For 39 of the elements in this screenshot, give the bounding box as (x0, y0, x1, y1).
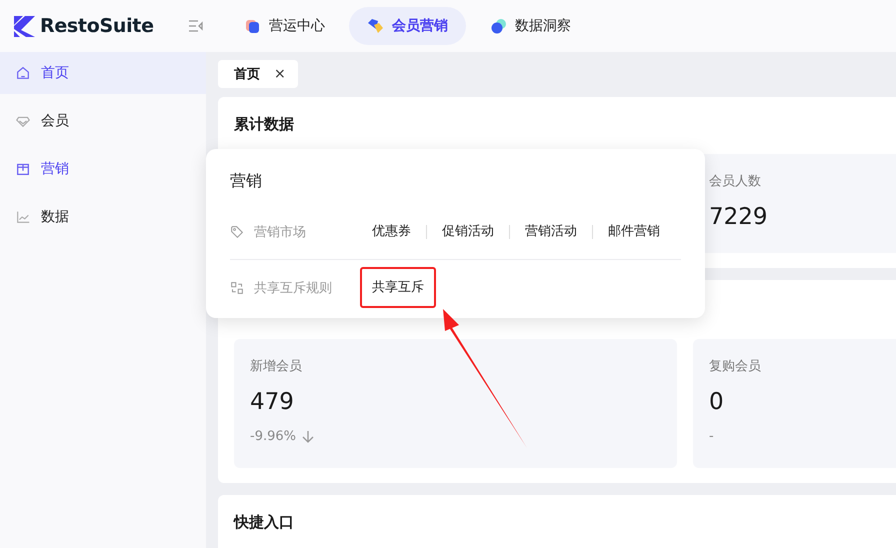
metric-value: 479 (250, 389, 295, 415)
marketing-icon (15, 161, 31, 177)
metric-label: 会员人数 (709, 173, 762, 190)
section-title: 快捷入口 (234, 512, 295, 533)
group-label: 营销市场 (254, 224, 306, 241)
logo-icon (14, 16, 35, 36)
metric-label: 复购会员 (709, 358, 762, 375)
app-icon (367, 18, 384, 34)
change-value: -9.96% (250, 429, 296, 444)
menu-link[interactable]: 优惠券 (360, 225, 426, 239)
share-icon (230, 280, 244, 294)
tag-icon (230, 225, 244, 239)
brand-name: RestoSuite (40, 15, 154, 37)
popover-title: 营销 (230, 170, 263, 192)
home-icon (15, 65, 31, 81)
section-title: 累计数据 (234, 114, 295, 135)
metric-value: 7229 (709, 204, 769, 230)
menu-link[interactable]: 邮件营销 (592, 225, 675, 239)
nav-tab[interactable]: 营运中心 (226, 7, 343, 45)
close-icon[interactable]: × (274, 66, 286, 82)
nav-tab[interactable]: 数据洞察 (472, 7, 589, 45)
chart-icon (15, 209, 31, 225)
metric-label: 新增会员 (250, 358, 303, 375)
group-label: 共享互斥规则 (254, 280, 332, 296)
arrow-down-icon (302, 430, 314, 443)
sidebar-item[interactable]: 首页 (0, 52, 206, 94)
nav-tab[interactable]: 会员营销 (349, 7, 466, 45)
sidebar-item[interactable]: 数据 (0, 196, 206, 238)
sidebar-item[interactable]: 会员 (0, 100, 206, 142)
app-icon (244, 18, 261, 34)
menu-link[interactable]: 共享互斥 (360, 267, 436, 308)
change-value: - (709, 429, 714, 444)
menu-link[interactable]: 促销活动 (426, 225, 509, 239)
app-icon (490, 18, 507, 34)
page-tab[interactable]: 首页 × (218, 60, 298, 88)
sidebar-item[interactable]: 营销 (0, 148, 206, 190)
menu-fold-icon[interactable] (188, 19, 204, 33)
metric-value: 0 (709, 389, 725, 415)
menu-link[interactable]: 营销活动 (509, 225, 592, 239)
